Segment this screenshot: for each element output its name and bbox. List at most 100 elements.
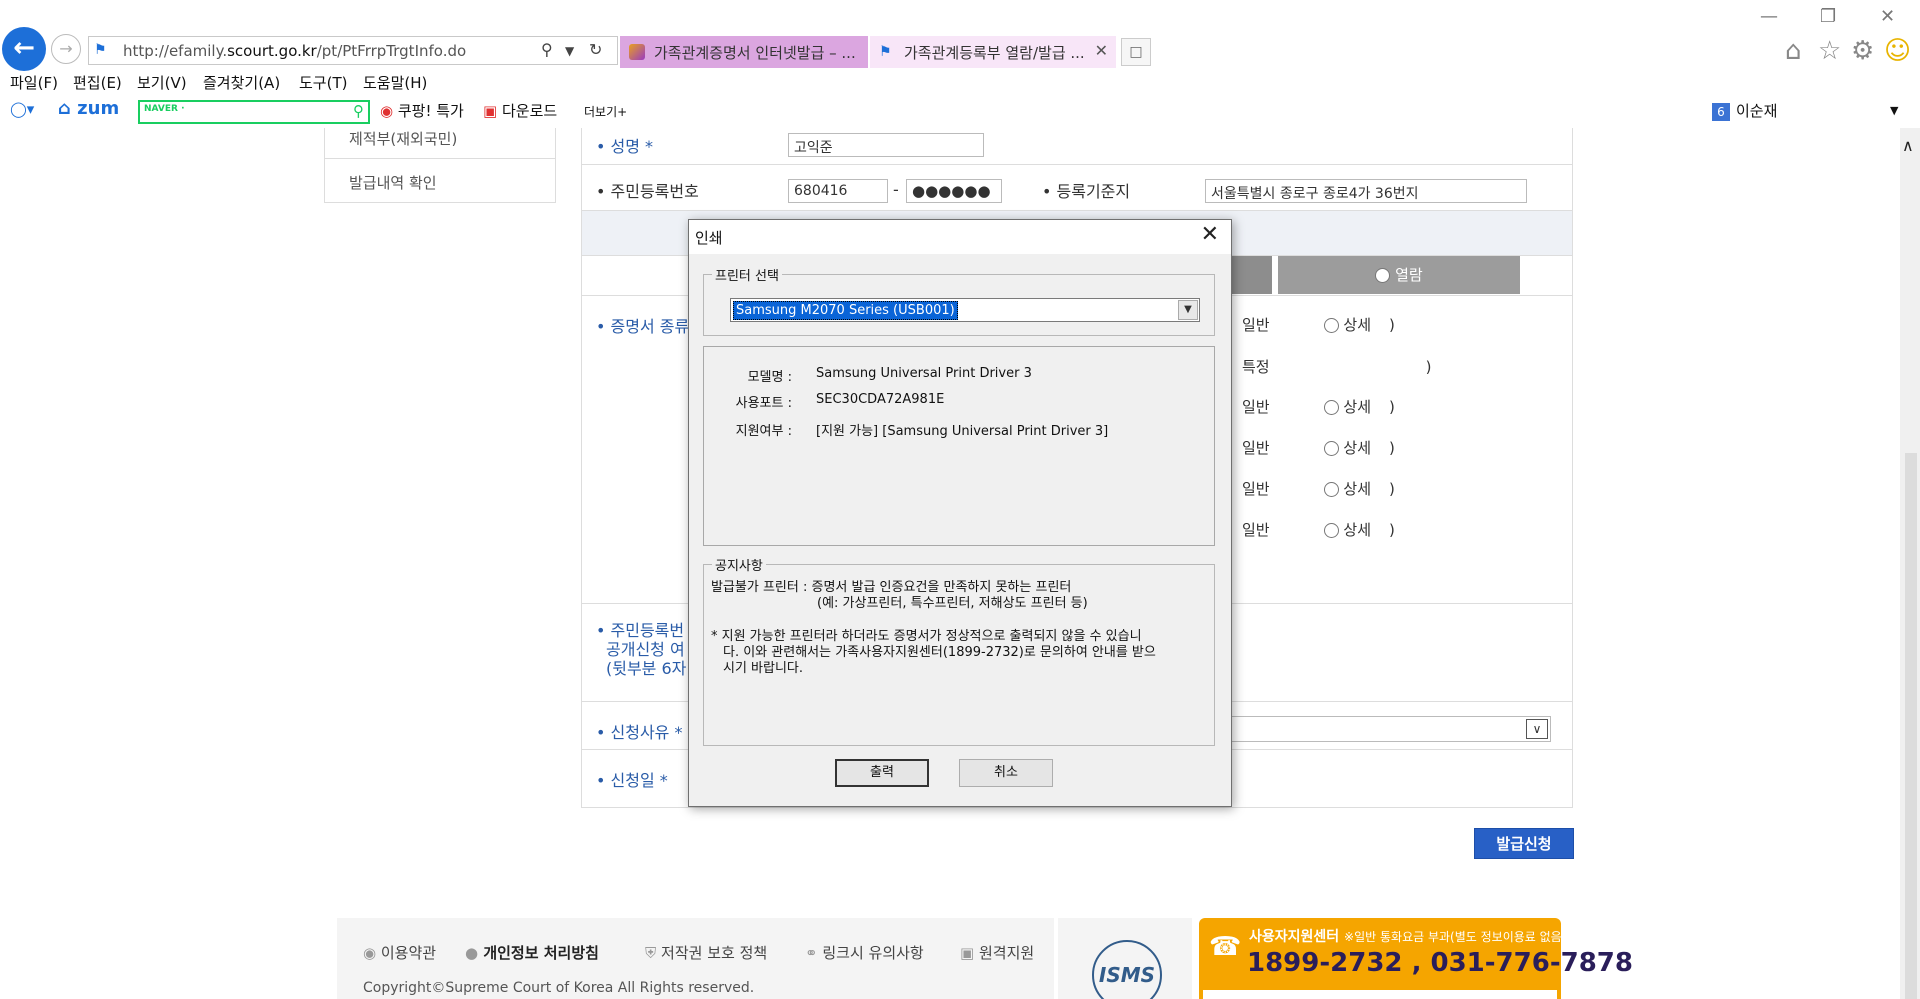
detail-radio[interactable] — [1323, 482, 1339, 497]
regbase-field[interactable]: 서울특별시 종로구 종로4가 36번지 — [1205, 179, 1527, 203]
dropdown-arrow-icon[interactable]: ▼ — [565, 44, 574, 58]
chevron-down-icon[interactable]: ▼ — [1178, 300, 1198, 320]
scrollbar-thumb[interactable] — [1905, 453, 1917, 999]
detail-radio[interactable] — [1323, 523, 1339, 538]
sidebar-item-issue-history[interactable]: 발급내역 확인 — [349, 172, 437, 193]
detail-radio[interactable] — [1323, 400, 1339, 415]
settings-gear-icon[interactable]: ⚙ — [1851, 36, 1874, 66]
cert-type-label: • 증명서 종류 — [596, 317, 690, 336]
new-tab-button[interactable]: □ — [1121, 38, 1151, 66]
rrn-label: • 주민등록번호 — [596, 182, 699, 201]
view-radio[interactable] — [1375, 268, 1391, 283]
chevron-down-icon[interactable]: ∨ — [1526, 719, 1548, 739]
zum-link[interactable]: ⌂ zum — [58, 98, 119, 119]
printer-group-legend: 프린터 선택 — [712, 265, 782, 284]
cert-option-row: 일반 상세) — [1242, 314, 1395, 335]
reason-label: • 신청사유 * — [596, 723, 683, 742]
naver-search-input[interactable]: NAVER · ⚲ — [138, 100, 370, 124]
menu-help[interactable]: 도움말(H) — [363, 72, 427, 93]
naver-label: NAVER · — [144, 104, 185, 114]
notice-line-3: * 지원 가능한 프린터라 하더라도 증명서가 정상적으로 출력되지 않을 수 … — [711, 629, 1142, 644]
close-icon[interactable]: ✕ — [1201, 222, 1219, 247]
notice-line-1: 발급불가 프린터 : 증명서 발급 인증요건을 만족하지 못하는 프린터 — [711, 580, 1072, 595]
footer-link-copyright[interactable]: ⛨ 저작권 보호 정책 — [645, 942, 767, 963]
printer-selected-value: Samsung M2070 Series (USB001) — [733, 301, 958, 320]
print-button[interactable]: 출력 — [835, 759, 929, 787]
option-general: 일반 — [1242, 521, 1270, 539]
cancel-button[interactable]: 취소 — [959, 759, 1053, 787]
phone-icon: ☎ — [1209, 932, 1242, 962]
back-button[interactable]: ← — [2, 27, 46, 71]
privacy-icon: ● — [465, 944, 479, 962]
menu-file[interactable]: 파일(F) — [10, 72, 58, 93]
help-banner-bottom — [1203, 990, 1557, 999]
detail-radio[interactable] — [1323, 441, 1339, 456]
support-label: 지원여부 : — [735, 424, 792, 439]
paren: ) — [1389, 439, 1395, 457]
help-center-banner: ☎ 사용자지원센터 ※일반 통화요금 부과(별도 정보이용료 없음) 1899-… — [1199, 918, 1633, 999]
url-text[interactable]: http://efamily.scourt.go.kr/pt/PtFrrpTrg… — [123, 42, 466, 60]
option-detail: 상세 — [1343, 398, 1371, 416]
coupang-icon: ◉ — [380, 102, 394, 120]
tab-label: 가족관계증명서 인터넷발급 – ... — [654, 44, 856, 62]
tab-family-cert-issue[interactable]: 가족관계증명서 인터넷발급 – ... — [620, 36, 868, 68]
restore-icon[interactable]: ❐ — [1820, 6, 1836, 27]
refresh-icon[interactable]: ↻ — [589, 40, 602, 59]
user-name: 이순재 — [1736, 102, 1778, 120]
search-icon[interactable]: ⚲ — [541, 40, 553, 59]
menu-tools[interactable]: 도구(T) — [299, 72, 347, 93]
menu-favorites[interactable]: 즐겨찾기(A) — [203, 72, 280, 93]
name-field[interactable]: 고익준 — [788, 133, 984, 157]
view-tab-label: 열람 — [1395, 266, 1423, 284]
home-icon[interactable]: ⌂ — [1785, 36, 1802, 66]
user-menu[interactable]: 6 이순재 — [1712, 100, 1777, 121]
close-tab-icon[interactable]: ✕ — [1095, 41, 1108, 60]
minimize-icon[interactable]: — — [1760, 6, 1778, 27]
more-link[interactable]: 더보기+ — [584, 103, 627, 120]
port-label: 사용포트 : — [735, 396, 792, 411]
name-label: • 성명 * — [596, 137, 654, 156]
download-link[interactable]: ▣ 다운로드 — [483, 100, 557, 121]
favorites-star-icon[interactable]: ☆ — [1818, 36, 1841, 66]
user-dropdown-icon[interactable]: ▼ — [1890, 104, 1898, 117]
sidebar-item-jejeokbu[interactable]: 제적부(재외국민) — [349, 128, 457, 149]
tab-favicon-icon — [629, 44, 645, 60]
apply-issue-button[interactable]: 발급신청 — [1474, 828, 1574, 859]
printer-select[interactable]: Samsung M2070 Series (USB001) ▼ — [730, 298, 1200, 322]
menu-edit[interactable]: 편집(E) — [73, 72, 122, 93]
footer-link-linking[interactable]: ⚭ 링크시 유의사항 — [805, 942, 924, 963]
chevron-up-icon[interactable]: ∧ — [1902, 136, 1914, 155]
option-specific: 특정 — [1242, 358, 1270, 376]
copyright-text: Copyright©Supreme Court of Korea All Rig… — [363, 980, 755, 996]
footer-link-terms[interactable]: ◉ 이용약관 — [363, 942, 436, 963]
user-badge: 6 — [1712, 103, 1730, 121]
close-window-icon[interactable]: ✕ — [1880, 6, 1895, 27]
tab-family-register-view[interactable]: ⚑ 가족관계등록부 열람/발급 ... ✕ — [870, 36, 1116, 68]
address-bar[interactable]: ⚑ http://efamily.scourt.go.kr/pt/PtFrrpT… — [88, 36, 618, 65]
rrn-front-field[interactable]: 680416 — [788, 179, 888, 203]
view-tab[interactable]: 열람 — [1278, 256, 1520, 294]
coupang-link[interactable]: ◉ 쿠팡! 특가 — [380, 100, 464, 121]
help-center-title: 사용자지원센터 ※일반 통화요금 부과(별도 정보이용료 없음) — [1249, 929, 1567, 945]
option-detail: 상세 — [1343, 480, 1371, 498]
paren: ) — [1389, 398, 1395, 416]
page-scrollbar[interactable]: ∧ — [1900, 128, 1920, 999]
port-value: SEC30CDA72A981E — [816, 392, 945, 407]
option-general: 일반 — [1242, 398, 1270, 416]
smiley-feedback-icon[interactable]: ☺ — [1884, 36, 1911, 66]
footer-link-privacy[interactable]: ● 개인정보 처리방침 — [465, 942, 599, 963]
menu-view[interactable]: 보기(V) — [137, 72, 187, 93]
rrn-back-field[interactable]: ●●●●●● — [906, 179, 1002, 203]
monitor-icon: ▣ — [960, 944, 975, 962]
isms-seal-icon: ISMS — [1092, 940, 1162, 999]
ie-logo-icon[interactable]: ◯▾ — [10, 100, 34, 118]
option-general: 일반 — [1242, 480, 1270, 498]
option-detail: 상세 — [1343, 521, 1371, 539]
printer-info-box: 모델명 : Samsung Universal Print Driver 3 사… — [703, 346, 1215, 546]
dialog-titlebar: 인쇄 ✕ — [689, 220, 1231, 254]
model-value: Samsung Universal Print Driver 3 — [816, 366, 1032, 381]
search-icon[interactable]: ⚲ — [353, 102, 364, 120]
footer-link-remote[interactable]: ▣ 원격지원 — [960, 942, 1034, 963]
forward-button[interactable]: → — [51, 34, 81, 64]
detail-radio[interactable] — [1323, 318, 1339, 333]
